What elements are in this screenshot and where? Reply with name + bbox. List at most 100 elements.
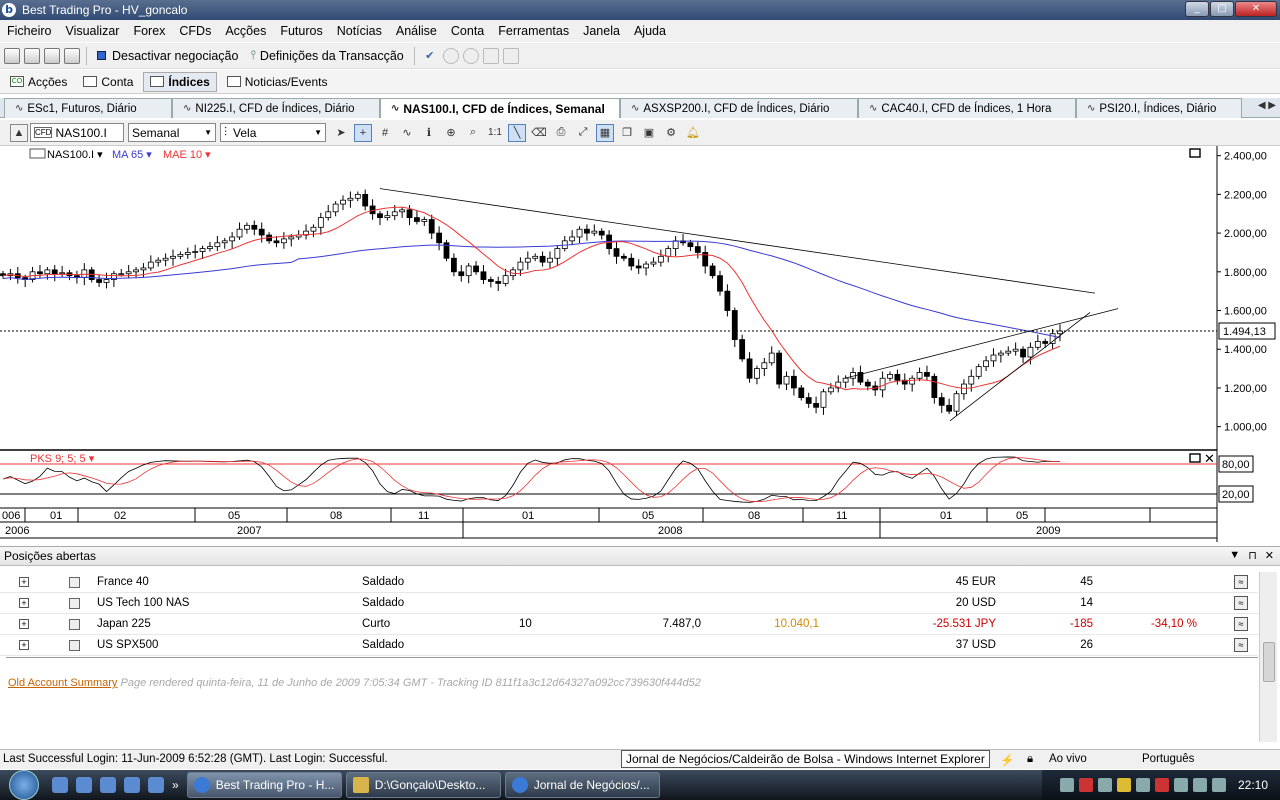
scroll-thumb[interactable]	[1263, 642, 1275, 682]
table-row[interactable]: + France 40 Saldado 45 EUR 45 ≈	[0, 572, 1258, 593]
maximize-button[interactable]: □	[1210, 1, 1234, 17]
view-accoes-button[interactable]: CO Acções	[4, 72, 73, 92]
show-desktop-icon[interactable]	[52, 777, 68, 793]
table-row[interactable]: + Japan 225 Curto 10 7.487,0 10.040,1 -2…	[0, 614, 1258, 635]
print-chart-icon[interactable]: ⎙	[552, 124, 570, 142]
clock[interactable]: 22:10	[1238, 778, 1268, 792]
tray-icon[interactable]	[1211, 778, 1226, 792]
tab-asxsp200[interactable]: ∿ ASXSP200.I, CFD de Índices, Diário	[620, 98, 858, 118]
tab-psi20[interactable]: ∿ PSI20.I, Índices, Diário	[1076, 98, 1242, 118]
tab-nas100[interactable]: ∿ NAS100.I, CFD de Índices, Semanal	[380, 98, 620, 118]
tab-scroll-arrows-icon[interactable]: ◀ ▶	[1258, 100, 1276, 111]
old-account-summary-link[interactable]: Old Account Summary	[8, 677, 117, 689]
view-conta-button[interactable]: Conta	[77, 72, 139, 92]
menu-conta[interactable]: Conta	[444, 24, 491, 38]
menu-analise[interactable]: Análise	[389, 24, 444, 38]
layout-icon[interactable]: ▦	[596, 123, 614, 142]
view-indices-button[interactable]: Índices	[143, 71, 217, 92]
settings-icon[interactable]: ⚙	[662, 124, 680, 142]
menu-noticias[interactable]: Notícias	[330, 24, 389, 38]
crosshair-icon[interactable]: +	[354, 123, 372, 142]
zoom-reset-button[interactable]: 1:1	[486, 124, 504, 142]
tray-icon[interactable]	[1059, 778, 1074, 792]
expand-icon[interactable]: +	[19, 640, 29, 650]
media-player-icon[interactable]	[124, 777, 140, 793]
minimize-button[interactable]: _	[1185, 1, 1209, 17]
trendline-icon[interactable]: ╲	[508, 123, 526, 142]
close-window-button[interactable]: ✕	[1235, 1, 1277, 17]
period-select[interactable]: Semanal ▼	[128, 123, 216, 142]
info-icon[interactable]: ℹ	[420, 124, 438, 142]
tray-icon[interactable]	[1135, 778, 1150, 792]
connection-icon[interactable]: ⚡	[1000, 753, 1014, 767]
chart-style-select[interactable]: ⫶ Vela ▼	[220, 123, 326, 142]
menu-ajuda[interactable]: Ajuda	[627, 24, 673, 38]
menu-visualizar[interactable]: Visualizar	[58, 24, 126, 38]
menu-cfds[interactable]: CFDs	[172, 24, 218, 38]
tray-icon[interactable]	[1116, 778, 1131, 792]
expand-icon[interactable]: +	[19, 577, 29, 587]
panel-pin-icon[interactable]: ⊓	[1248, 549, 1257, 562]
print-icon[interactable]	[64, 47, 80, 64]
expand-icon[interactable]: ⤢	[574, 124, 592, 142]
expand-icon[interactable]: +	[19, 598, 29, 608]
language-label[interactable]: Português	[1142, 753, 1194, 765]
save-all-icon[interactable]	[44, 47, 60, 64]
panel-close-icon[interactable]: ✕	[1265, 549, 1274, 562]
alert-bell-icon[interactable]: 🔔︎	[684, 124, 702, 142]
tab-ni225[interactable]: ∿ NI225.I, CFD de Índices, Diário	[172, 98, 380, 118]
collapse-up-icon[interactable]: ▲	[10, 123, 28, 142]
quicklaunch-more-icon[interactable]: »	[172, 778, 179, 792]
internet-explorer-icon[interactable]	[76, 777, 92, 793]
task-best-trading[interactable]: Best Trading Pro - H...	[186, 772, 342, 798]
expand-icon[interactable]: +	[19, 619, 29, 629]
eraser-icon[interactable]: ⌫	[530, 124, 548, 142]
task-ie[interactable]: Jornal de Negócios/...	[504, 772, 660, 798]
task-folder[interactable]: D:\Gonçalo\Deskto...	[345, 772, 501, 798]
start-button[interactable]	[0, 770, 48, 800]
menu-ferramentas[interactable]: Ferramentas	[491, 24, 576, 38]
network-icon[interactable]	[1173, 778, 1188, 792]
tab-cac40[interactable]: ∿ CAC40.I, CFD de Índices, 1 Hora	[858, 98, 1076, 118]
row-action-button[interactable]: ≈	[1234, 575, 1248, 589]
chart-canvas[interactable]: 2.400,00 2.200,00 2.000,00 1.800,00 1.600,00…	[0, 146, 1280, 542]
panel-menu-icon[interactable]: ▼	[1229, 549, 1240, 562]
antivirus-icon[interactable]	[1078, 778, 1093, 792]
menu-janela[interactable]: Janela	[576, 24, 627, 38]
symbol-input[interactable]: CFD NAS100.I	[30, 123, 124, 142]
row-action-button[interactable]: ≈	[1234, 596, 1248, 610]
forward-icon[interactable]	[462, 47, 479, 64]
row-action-button[interactable]: ≈	[1234, 617, 1248, 631]
table-row[interactable]: + US Tech 100 NAS Saldado 20 USD 14 ≈	[0, 593, 1258, 614]
volume-icon[interactable]	[1192, 778, 1207, 792]
chrome-icon[interactable]	[148, 777, 164, 793]
grid-icon[interactable]: #	[376, 124, 394, 142]
menu-ficheiro[interactable]: Ficheiro	[0, 24, 58, 38]
trade-settings-button[interactable]: ⫯ Definições da Transacção	[244, 48, 409, 63]
open-folder-icon[interactable]	[4, 47, 20, 64]
menu-accoes[interactable]: Acções	[218, 24, 273, 38]
refresh-icon[interactable]	[502, 47, 519, 64]
checkmark-icon[interactable]: ✔	[421, 47, 439, 65]
zoom-in-icon[interactable]: ⊕	[442, 124, 460, 142]
row-action-button[interactable]: ≈	[1234, 638, 1248, 652]
table-row[interactable]: + US SPX500 Saldado 37 USD 26 ≈	[0, 635, 1258, 656]
cursor-icon[interactable]: ➤	[332, 124, 350, 142]
price-chart[interactable]: 2.400,00 2.200,00 2.000,00 1.800,00 1.600,00…	[0, 146, 1280, 542]
templates-icon[interactable]: ▣	[640, 124, 658, 142]
positions-scrollbar[interactable]	[1259, 572, 1277, 742]
tray-icon[interactable]	[1097, 778, 1112, 792]
explorer-icon[interactable]	[100, 777, 116, 793]
deactivate-trading-button[interactable]: Desactivar negociação	[91, 49, 244, 63]
back-icon[interactable]	[442, 47, 459, 64]
menu-forex[interactable]: Forex	[126, 24, 172, 38]
home-icon[interactable]	[482, 47, 499, 64]
tray-icon[interactable]	[1154, 778, 1169, 792]
zoom-icon[interactable]: ⌕	[464, 124, 482, 142]
tab-esc1[interactable]: ∿ ESc1, Futuros, Diário	[4, 98, 172, 118]
indicator-icon[interactable]: ∿	[398, 124, 416, 142]
view-news-button[interactable]: Noticias/Events	[221, 72, 334, 92]
save-icon[interactable]	[24, 47, 40, 64]
menu-futuros[interactable]: Futuros	[273, 24, 329, 38]
copy-icon[interactable]: ❐	[618, 124, 636, 142]
